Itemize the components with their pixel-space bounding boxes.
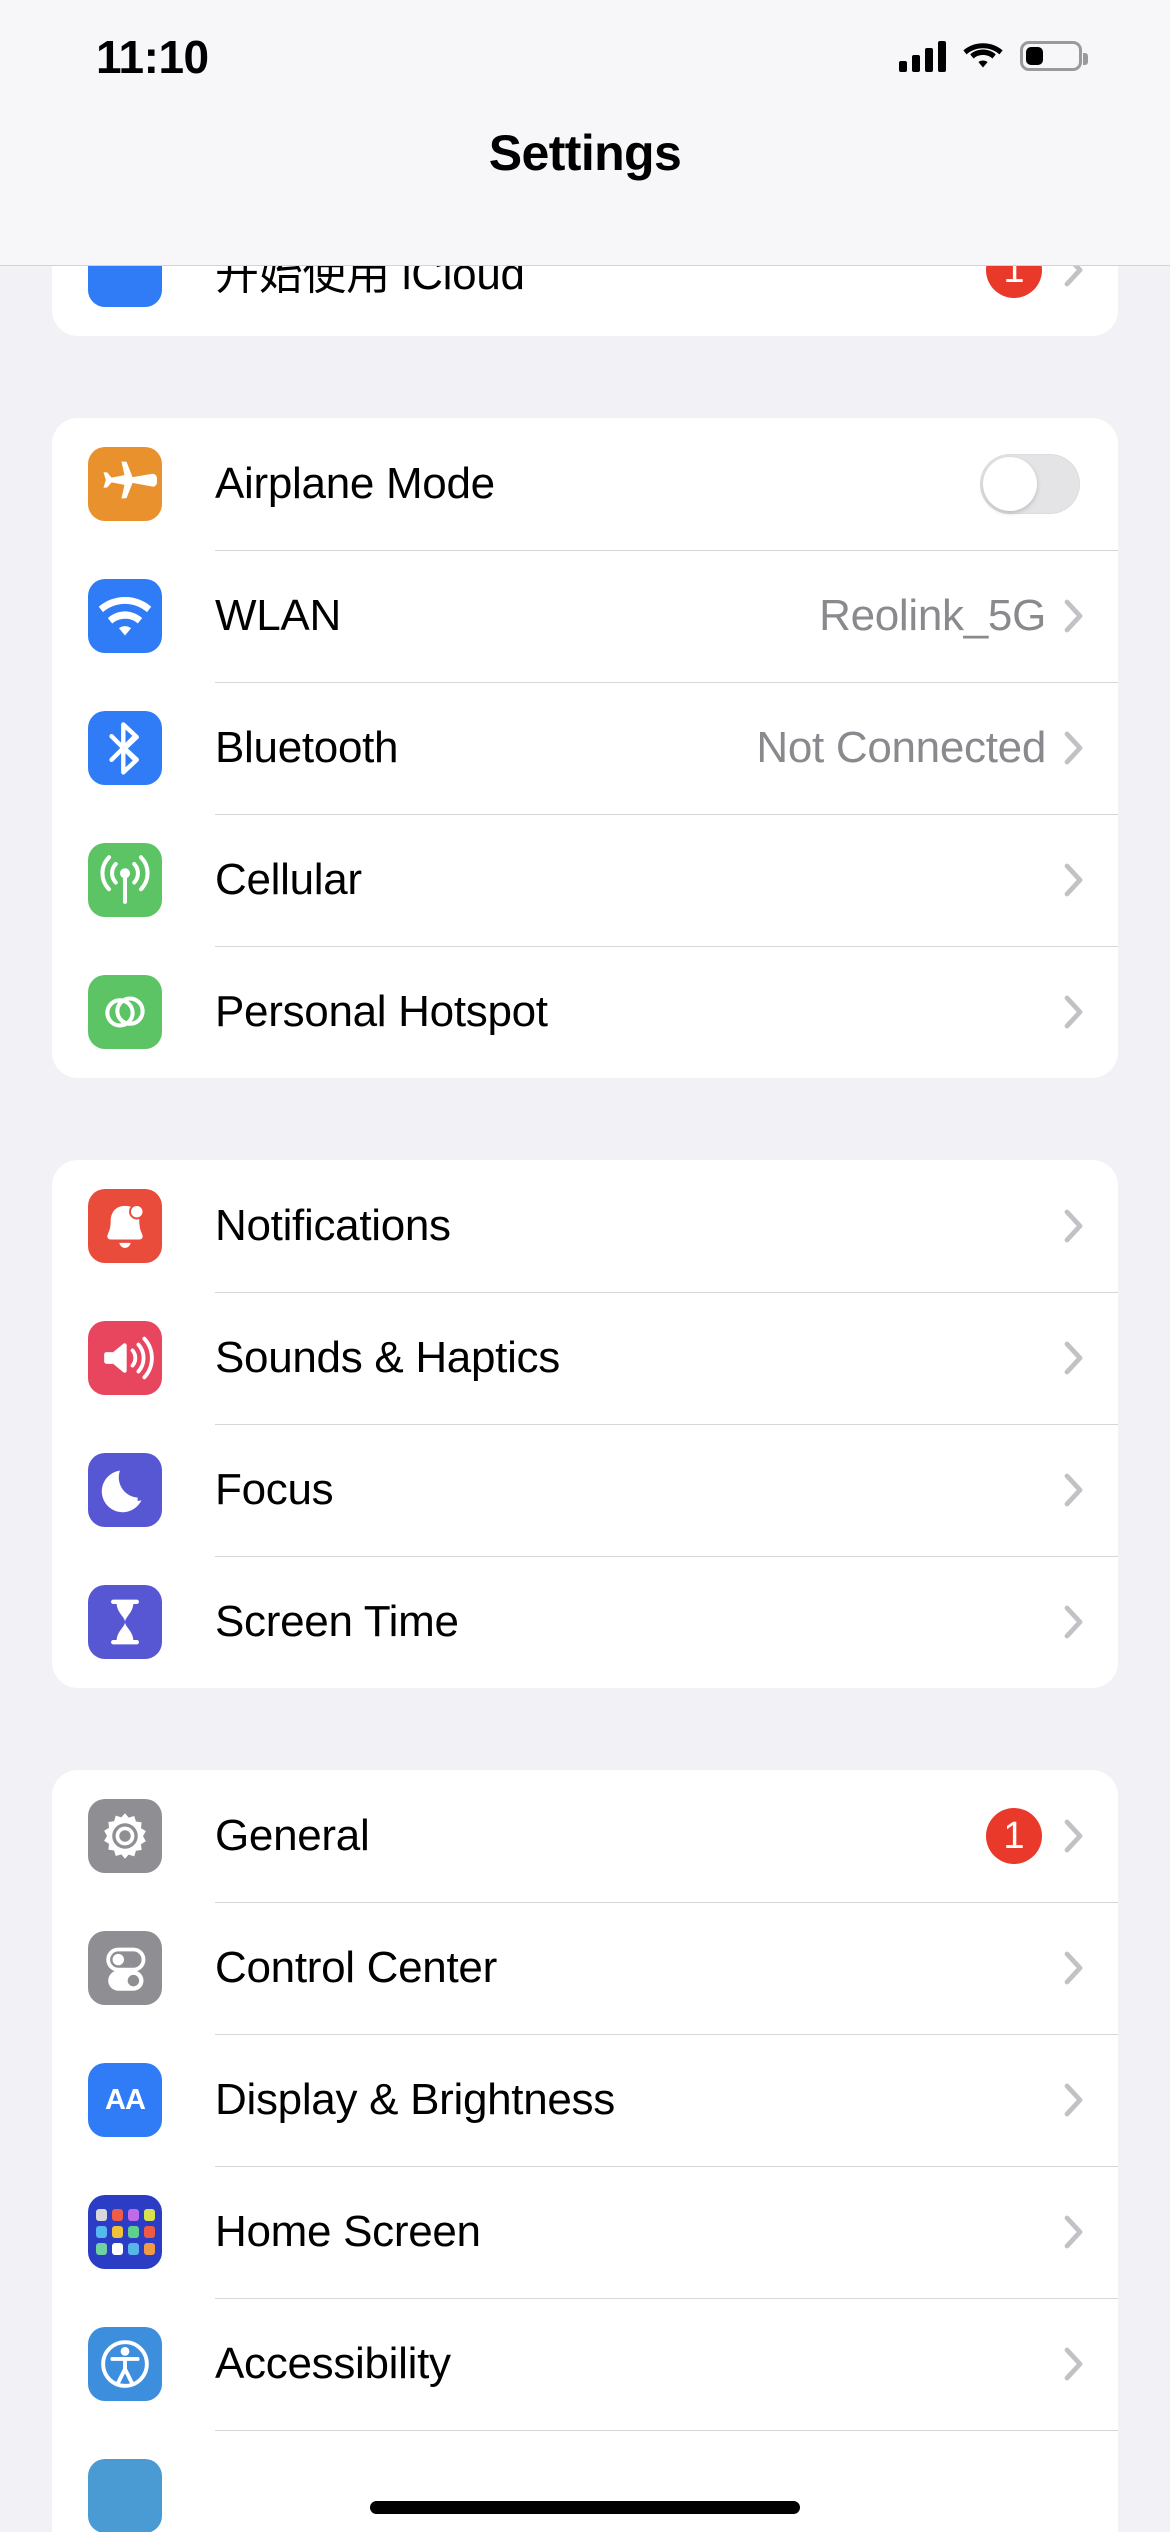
wifi-icon [88,579,162,653]
list-item-screen-time[interactable]: Screen Time [52,1556,1118,1688]
page-title: Settings [488,125,682,181]
list-item-cellular[interactable]: Cellular [52,814,1118,946]
list-item-bluetooth[interactable]: Bluetooth Not Connected [52,682,1118,814]
home-indicator[interactable] [370,2501,800,2514]
chevron-right-icon [1064,599,1083,633]
aa-glyph: AA [105,2083,146,2116]
bluetooth-icon [88,711,162,785]
list-item-label: Display & Brightness [215,2075,615,2124]
bell-icon [88,1189,162,1263]
hourglass-icon [88,1585,162,1659]
list-item-label: Airplane Mode [215,459,495,508]
list-item-label: Personal Hotspot [215,987,548,1036]
list-item-display-brightness[interactable]: AA Display & Brightness [52,2034,1118,2166]
list-item-label: Notifications [215,1201,451,1250]
list-item-label: WLAN [215,591,341,640]
list-item-label: Sounds & Haptics [215,1333,560,1382]
cellular-antenna-icon [88,843,162,917]
control-center-icon [88,1931,162,2005]
list-item-label: Bluetooth [215,723,399,772]
wallpaper-icon [88,2459,162,2532]
airplane-mode-toggle[interactable] [980,454,1080,514]
chevron-right-icon [1064,1951,1083,1985]
accessibility-icon [88,2327,162,2401]
status-bar-clock: 11:10 [96,31,209,83]
cellular-signal-icon [899,40,946,72]
list-item-label: Control Center [215,1943,497,1992]
chevron-right-icon [1064,1209,1083,1243]
personal-hotspot-icon [88,975,162,1049]
status-bar: 11:10 [0,0,1170,98]
battery-icon [1020,41,1088,71]
status-bar-indicators [899,40,1088,72]
chevron-right-icon [1064,731,1083,765]
display-brightness-icon: AA [88,2063,162,2137]
list-item-label: Home Screen [215,2207,481,2256]
list-item-personal-hotspot[interactable]: Personal Hotspot [52,946,1118,1078]
list-item-sounds-haptics[interactable]: Sounds & Haptics [52,1292,1118,1424]
chevron-right-icon [1064,2347,1083,2381]
notifications-group: Notifications Sounds & Haptics Focus Scr… [52,1160,1118,1688]
wifi-icon [963,43,1003,68]
list-item-value: Not Connected [756,723,1046,772]
list-item-wallpaper[interactable] [52,2430,1118,2532]
settings-scroll-view[interactable]: 开始使用 iCloud 1 Airplane Mode WLAN Reolink… [0,204,1170,2532]
list-item-label: Cellular [215,855,362,904]
list-item-value: Reolink_5G [819,591,1046,640]
chevron-right-icon [1064,863,1083,897]
chevron-right-icon [1064,2083,1083,2117]
general-group: General 1 Control Center AA Display & Br… [52,1770,1118,2532]
speaker-icon [88,1321,162,1395]
chevron-right-icon [1064,1341,1083,1375]
chevron-right-icon [1064,1605,1083,1639]
chevron-right-icon [1064,2215,1083,2249]
list-item-wlan[interactable]: WLAN Reolink_5G [52,550,1118,682]
list-item-control-center[interactable]: Control Center [52,1902,1118,2034]
list-item-airplane-mode[interactable]: Airplane Mode [52,418,1118,550]
list-item-label: Screen Time [215,1597,459,1646]
moon-icon [88,1453,162,1527]
list-item-label: General [215,1811,370,1860]
list-item-accessibility[interactable]: Accessibility [52,2298,1118,2430]
connectivity-group: Airplane Mode WLAN Reolink_5G Bluetooth … [52,418,1118,1078]
chevron-right-icon [1064,1473,1083,1507]
iphone-settings-screen: 11:10 Settings 开始使用 iCloud 1 Airplane Mo… [0,0,1170,2532]
list-item-focus[interactable]: Focus [52,1424,1118,1556]
list-item-general[interactable]: General 1 [52,1770,1118,1902]
chevron-right-icon [1064,995,1083,1029]
list-item-label: Accessibility [215,2339,451,2388]
list-item-notifications[interactable]: Notifications [52,1160,1118,1292]
status-badge: 1 [986,1808,1042,1864]
gear-icon [88,1799,162,1873]
list-item-home-screen[interactable]: Home Screen [52,2166,1118,2298]
list-item-label: Focus [215,1465,334,1514]
airplane-icon [88,447,162,521]
chevron-right-icon [1064,1819,1083,1853]
navigation-bar: Settings [0,98,1170,266]
home-screen-icon [88,2195,162,2269]
